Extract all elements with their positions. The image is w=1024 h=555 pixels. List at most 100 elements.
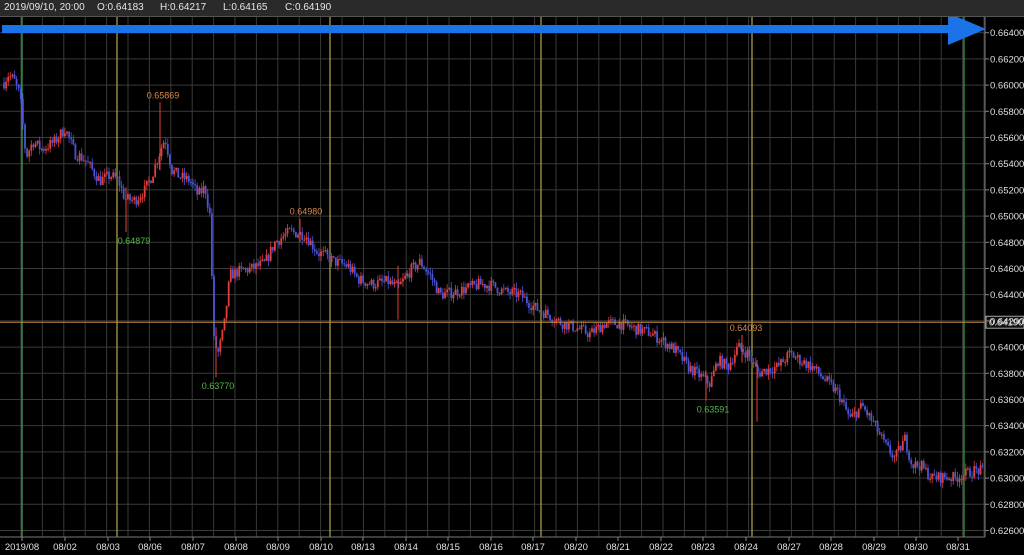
candle-body (290, 228, 293, 230)
x-tick-label: 2019/08 (5, 542, 39, 553)
candle-body (467, 283, 469, 288)
x-tick-label: 08/27 (777, 542, 801, 553)
price-annotation: 0.64093 (730, 323, 763, 333)
candle-body (305, 237, 308, 240)
y-tick-label: 0.63400 (990, 421, 1024, 432)
candle-body (698, 368, 700, 378)
candle-body (225, 305, 228, 319)
candle-body (366, 283, 369, 286)
candle-body (213, 275, 215, 337)
candle-body (206, 194, 209, 208)
candle-body (446, 289, 448, 293)
candle-body (448, 287, 451, 290)
candle-body (59, 129, 62, 139)
price-chart[interactable]: 0.64190 0.658690.648790.637700.649800.64… (0, 17, 1024, 555)
candle-body (477, 278, 480, 290)
candle-body (13, 74, 16, 79)
candle-body (956, 477, 959, 483)
candle-body (70, 137, 73, 140)
y-tick-label: 0.66200 (990, 54, 1024, 65)
candle-body (899, 445, 902, 451)
candle-body (227, 281, 230, 306)
candle-body (536, 303, 539, 311)
candle-body (723, 358, 726, 369)
candle-body (271, 246, 274, 251)
candle-body (933, 473, 936, 476)
candle-body (622, 319, 625, 330)
candle-body (80, 153, 83, 161)
candle-body (202, 186, 205, 194)
candle-body (166, 143, 169, 155)
candle-body (219, 339, 222, 352)
candle-body (313, 249, 316, 252)
x-tick-label: 08/17 (521, 542, 545, 553)
candle-body (887, 442, 889, 446)
candle-body (137, 200, 140, 205)
candle-body (941, 473, 944, 483)
candle-body (542, 312, 545, 318)
candle-body (353, 266, 356, 274)
candle-body (591, 328, 593, 333)
price-annotation: 0.64879 (118, 236, 151, 246)
candle-body (654, 331, 656, 334)
candle-body (960, 478, 963, 481)
candle-body (876, 421, 879, 433)
candle-body (689, 365, 692, 372)
candle-body (15, 78, 18, 85)
candle-body (513, 288, 516, 290)
candle-body (458, 295, 461, 297)
candle-body (236, 269, 238, 277)
candle-body (324, 250, 327, 252)
candle-body (780, 359, 782, 366)
y-tick-label: 0.64800 (990, 238, 1024, 249)
candle-body (68, 131, 70, 138)
candle-body (309, 240, 312, 246)
candle-body (801, 364, 803, 366)
candle-body (853, 411, 856, 414)
candle-body (851, 413, 854, 417)
candle-body (635, 325, 637, 335)
candle-body (57, 138, 60, 143)
candle-body (691, 365, 694, 376)
x-tick-label: 08/08 (224, 542, 248, 553)
candle-body (828, 376, 831, 380)
candle-body (927, 467, 929, 480)
candle-body (555, 319, 558, 323)
candle-body (563, 321, 566, 329)
candle-body (318, 253, 320, 257)
candle-body (5, 81, 7, 89)
candle-body (360, 275, 362, 284)
candle-body (89, 162, 91, 164)
candle-body (139, 197, 142, 201)
candle-body (824, 379, 826, 381)
close-value: C:0.64190 (285, 2, 332, 13)
candle-body (838, 389, 841, 402)
candle-body (282, 236, 285, 239)
candle-body (517, 291, 520, 298)
candle-body (154, 164, 157, 177)
candle-body (765, 368, 768, 375)
candle-body (148, 180, 150, 182)
candle-body (752, 362, 755, 364)
x-tick-label: 08/20 (564, 542, 588, 553)
candle-body (792, 352, 795, 358)
candle-body (242, 267, 245, 270)
candle-body (11, 74, 14, 77)
candle-body (683, 356, 686, 361)
candle-body (391, 280, 394, 285)
candle-body (162, 142, 165, 149)
candle-body (481, 284, 484, 286)
candle-body (194, 184, 196, 186)
candle-body (589, 332, 591, 338)
candle-body (849, 414, 852, 417)
candle-body (355, 273, 358, 277)
candle-body (763, 368, 766, 372)
candle-body (204, 186, 207, 195)
candle-body (677, 346, 679, 350)
candle-body (423, 266, 425, 270)
candle-body (292, 229, 295, 232)
candle-body (521, 290, 524, 298)
y-tick-label: 0.64600 (990, 264, 1024, 275)
candle-body (66, 131, 68, 134)
candle-body (337, 259, 339, 266)
